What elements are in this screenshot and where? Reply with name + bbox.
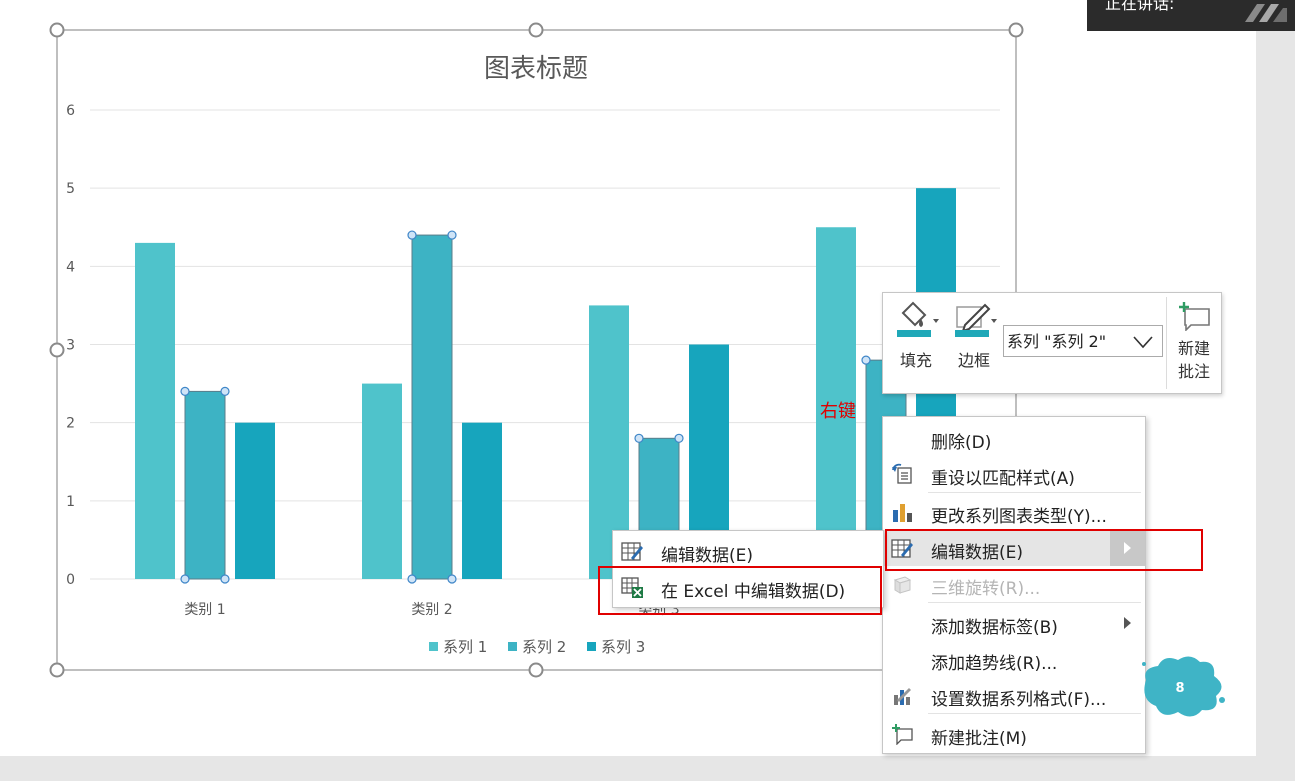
selection-handle[interactable] bbox=[674, 433, 684, 443]
y-axis-labels: 0 1 2 3 4 5 6 bbox=[66, 103, 75, 588]
menu-divider bbox=[928, 602, 1141, 603]
3d-rotation-icon bbox=[893, 576, 912, 594]
submenu-item-label: 编辑数据(E) bbox=[661, 546, 754, 566]
x-tick-label: 类别 1 bbox=[184, 602, 225, 618]
menu-item-new-comment[interactable]: 新建批注(M) bbox=[883, 716, 1145, 752]
x-tick-label: 类别 2 bbox=[411, 602, 452, 618]
selection-handle[interactable] bbox=[447, 574, 457, 584]
selection-handle[interactable] bbox=[220, 386, 230, 396]
format-series-icon bbox=[894, 688, 911, 705]
y-tick-label: 6 bbox=[66, 103, 75, 119]
menu-item-3d-rotation: 三维旋转(R)... bbox=[883, 566, 1145, 602]
selection-handle[interactable] bbox=[634, 433, 644, 443]
menu-item-edit-data[interactable]: 编辑数据(E) bbox=[883, 530, 1145, 566]
resize-handle[interactable] bbox=[528, 22, 544, 38]
menu-item-add-data-labels[interactable]: 添加数据标签(B) bbox=[883, 605, 1145, 641]
bar-1-1[interactable] bbox=[135, 242, 175, 579]
selection-handle[interactable] bbox=[447, 230, 457, 240]
submenu-item-edit-data[interactable]: 编辑数据(E) bbox=[613, 533, 883, 569]
legend-label: 系列 1 bbox=[443, 638, 487, 656]
submenu-item-label: 在 Excel 中编辑数据(D) bbox=[661, 582, 846, 602]
resize-handle[interactable] bbox=[49, 662, 65, 678]
menu-item-label: 添加数据标签(B) bbox=[931, 618, 1058, 638]
chart-title[interactable]: 图表标题 bbox=[484, 54, 588, 84]
chevron-down-icon bbox=[1133, 336, 1153, 349]
bar-2-2[interactable] bbox=[411, 234, 453, 580]
bars[interactable] bbox=[135, 188, 956, 584]
border-label: 边框 bbox=[957, 351, 990, 370]
chart-type-icon bbox=[893, 504, 912, 522]
menu-item-label: 添加趋势线(R)... bbox=[931, 654, 1058, 674]
y-tick-label: 2 bbox=[66, 416, 75, 432]
menu-divider bbox=[928, 492, 1141, 493]
bar-3-1[interactable] bbox=[235, 422, 275, 579]
new-comment-label-2: 批注 bbox=[1177, 362, 1210, 381]
resize-handle[interactable] bbox=[49, 342, 65, 358]
slide-number-badge: 8 bbox=[1142, 656, 1225, 717]
menu-item-label: 删除(D) bbox=[931, 433, 992, 453]
toolbar-divider bbox=[1166, 297, 1167, 389]
resize-handle[interactable] bbox=[528, 662, 544, 678]
menu-item-delete[interactable]: 删除(D) bbox=[883, 420, 1145, 456]
selection-handle[interactable] bbox=[407, 574, 417, 584]
y-tick-label: 1 bbox=[66, 494, 75, 510]
mini-toolbar: 填充 边框 系列 "系列 2" 新建 批注 bbox=[882, 292, 1222, 394]
legend-swatch bbox=[508, 642, 517, 651]
legend[interactable]: 系列 1 系列 2 系列 3 bbox=[429, 638, 645, 656]
fill-label: 填充 bbox=[899, 351, 932, 370]
selection-handle[interactable] bbox=[220, 574, 230, 584]
selection-handle[interactable] bbox=[180, 386, 190, 396]
annotation-right-click: 右键 bbox=[820, 401, 856, 422]
bar-1-2[interactable] bbox=[362, 383, 402, 579]
submenu-arrow-icon bbox=[1124, 617, 1131, 629]
legend-label: 系列 2 bbox=[522, 638, 566, 656]
edit-data-icon bbox=[621, 542, 643, 561]
y-tick-label: 5 bbox=[66, 181, 75, 197]
legend-swatch bbox=[429, 642, 438, 651]
context-menu: 删除(D) 重设以匹配样式(A) 更改系列图表类型(Y)... 编辑数据(E) bbox=[882, 416, 1146, 754]
menu-item-label: 设置数据系列格式(F)... bbox=[931, 690, 1107, 710]
gridlines bbox=[90, 109, 1000, 580]
new-comment-button[interactable]: 新建 批注 bbox=[1168, 301, 1220, 383]
resize-handle[interactable] bbox=[1008, 22, 1024, 38]
y-tick-label: 0 bbox=[66, 572, 75, 588]
menu-divider bbox=[928, 713, 1141, 714]
legend-label: 系列 3 bbox=[601, 638, 645, 656]
edit-data-icon bbox=[891, 539, 913, 558]
selection-handle[interactable] bbox=[180, 574, 190, 584]
y-tick-label: 4 bbox=[66, 259, 75, 275]
bar-3-2[interactable] bbox=[462, 422, 502, 579]
menu-item-label: 三维旋转(R)... bbox=[931, 579, 1041, 599]
pen-icon bbox=[951, 299, 997, 339]
series-select-value: 系列 "系列 2" bbox=[1007, 332, 1107, 351]
menu-item-add-trendline[interactable]: 添加趋势线(R)... bbox=[883, 641, 1145, 677]
excel-edit-icon bbox=[621, 577, 643, 598]
new-comment-label-1: 新建 bbox=[1177, 339, 1210, 358]
new-comment-icon bbox=[1179, 302, 1210, 332]
menu-item-format-series[interactable]: 设置数据系列格式(F)... bbox=[883, 677, 1145, 713]
edit-data-submenu: 编辑数据(E) 在 Excel 中编辑数据(D) bbox=[612, 530, 884, 608]
menu-item-label: 更改系列图表类型(Y)... bbox=[931, 507, 1107, 527]
menu-item-reset-style[interactable]: 重设以匹配样式(A) bbox=[883, 456, 1145, 492]
menu-item-label: 新建批注(M) bbox=[931, 729, 1027, 749]
border-button[interactable]: 边框 bbox=[951, 299, 997, 371]
legend-swatch bbox=[587, 642, 596, 651]
fill-button[interactable]: 填充 bbox=[893, 299, 939, 371]
resize-handle[interactable] bbox=[49, 22, 65, 38]
reset-style-icon bbox=[892, 463, 912, 484]
new-comment-icon bbox=[892, 724, 913, 745]
submenu-arrow-icon bbox=[1124, 542, 1131, 554]
selection-handle[interactable] bbox=[861, 355, 871, 365]
menu-item-label: 重设以匹配样式(A) bbox=[931, 469, 1075, 489]
selection-handle[interactable] bbox=[407, 230, 417, 240]
bar-2-1[interactable] bbox=[184, 390, 226, 580]
menu-item-change-chart-type[interactable]: 更改系列图表类型(Y)... bbox=[883, 494, 1145, 530]
series-select[interactable]: 系列 "系列 2" bbox=[1003, 325, 1163, 357]
y-tick-label: 3 bbox=[66, 338, 75, 354]
slide-number: 8 bbox=[1175, 681, 1184, 696]
paint-bucket-icon bbox=[893, 299, 939, 339]
menu-item-label: 编辑数据(E) bbox=[931, 543, 1024, 563]
submenu-item-edit-in-excel[interactable]: 在 Excel 中编辑数据(D) bbox=[613, 569, 883, 605]
